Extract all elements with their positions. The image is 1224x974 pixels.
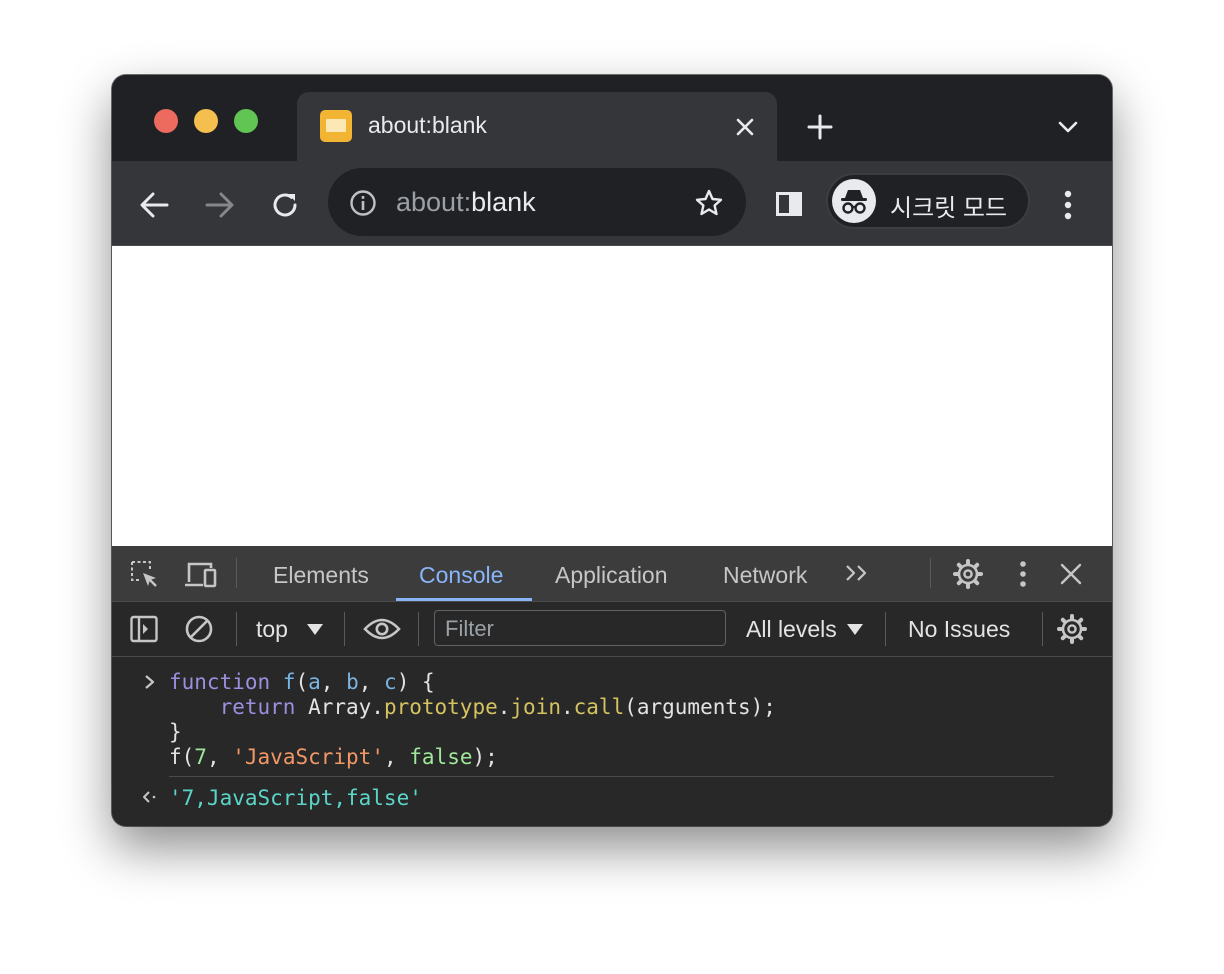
browser-window: about:blank about:blank 시크릿 모드 Elements … xyxy=(112,75,1112,826)
tab-network[interactable]: Network xyxy=(723,562,807,589)
console-divider xyxy=(169,776,1054,777)
input-prompt-chevron-icon xyxy=(142,672,158,692)
console-input-line: } xyxy=(169,720,182,744)
devtools-settings-gear-icon[interactable] xyxy=(950,556,986,592)
log-levels-label: All levels xyxy=(746,616,837,642)
device-toolbar-icon[interactable] xyxy=(183,558,219,590)
site-info-icon[interactable] xyxy=(348,188,378,218)
console-input-line: function f(a, b, c) { xyxy=(169,670,435,694)
toolbar-divider xyxy=(236,612,237,646)
forward-arrow-icon[interactable] xyxy=(200,185,240,225)
tab-search-chevron-down-icon[interactable] xyxy=(1052,111,1084,143)
console-toolbar: top All levels No Issues xyxy=(112,602,1112,657)
console-settings-gear-icon[interactable] xyxy=(1054,611,1090,647)
zoom-window-button[interactable] xyxy=(234,109,258,133)
result-return-arrow-icon xyxy=(140,787,160,807)
browser-toolbar: about:blank 시크릿 모드 xyxy=(112,161,1112,246)
toolbar-divider xyxy=(930,558,931,588)
tab-elements[interactable]: Elements xyxy=(273,562,369,589)
tab-title: about:blank xyxy=(368,112,487,138)
filter-input[interactable] xyxy=(443,615,717,643)
levels-dropdown-icon xyxy=(846,622,864,636)
toolbar-divider xyxy=(885,612,886,646)
tab-about-blank[interactable]: about:blank xyxy=(297,92,777,161)
close-window-button[interactable] xyxy=(154,109,178,133)
address-bar[interactable]: about:blank xyxy=(328,168,746,236)
devtools-tab-bar: Elements Console Application Network xyxy=(112,546,1112,602)
incognito-profile-button[interactable]: 시크릿 모드 xyxy=(826,173,1030,229)
console-input-line: return Array.prototype.join.call(argumen… xyxy=(219,695,776,719)
console-output[interactable]: function f(a, b, c) { return Array.proto… xyxy=(112,657,1112,826)
toolbar-divider xyxy=(344,612,345,646)
context-label: top xyxy=(256,616,288,642)
active-tab-indicator xyxy=(396,598,532,601)
back-arrow-icon[interactable] xyxy=(134,185,174,225)
console-result: '7,JavaScript,false' xyxy=(169,786,422,810)
tab-console[interactable]: Console xyxy=(419,562,503,589)
live-expression-eye-icon[interactable] xyxy=(362,612,402,646)
console-sidebar-icon[interactable] xyxy=(128,613,160,645)
toolbar-divider xyxy=(236,558,237,588)
url-text: about:blank xyxy=(396,187,536,218)
tab-close-icon[interactable] xyxy=(731,113,759,141)
side-panel-icon[interactable] xyxy=(772,187,806,221)
console-input-line: f(7, 'JavaScript', false); xyxy=(169,745,498,769)
devtools-panel: Elements Console Application Network top… xyxy=(112,546,1112,826)
close-devtools-icon[interactable] xyxy=(1056,559,1086,589)
filter-box[interactable] xyxy=(434,610,726,646)
inspect-element-icon[interactable] xyxy=(128,558,160,590)
tab-strip: about:blank xyxy=(112,75,1112,161)
incognito-icon xyxy=(832,179,876,223)
url-host: blank xyxy=(471,187,536,217)
new-tab-icon[interactable] xyxy=(802,109,838,145)
context-dropdown-icon xyxy=(306,622,324,636)
bookmark-star-icon[interactable] xyxy=(692,186,726,220)
devtools-menu-kebab-icon[interactable] xyxy=(1012,558,1034,590)
browser-menu-kebab-icon[interactable] xyxy=(1052,185,1084,225)
issues-counter[interactable]: No Issues xyxy=(908,616,1010,643)
page-content xyxy=(112,246,1112,546)
more-tabs-chevron-icon[interactable] xyxy=(840,558,874,588)
reload-icon[interactable] xyxy=(265,185,305,225)
minimize-window-button[interactable] xyxy=(194,109,218,133)
toolbar-divider xyxy=(418,612,419,646)
toolbar-divider xyxy=(1042,612,1043,646)
tab-application[interactable]: Application xyxy=(555,562,668,589)
clear-console-icon[interactable] xyxy=(183,613,215,645)
page-favicon-icon xyxy=(320,110,352,142)
url-scheme: about: xyxy=(396,187,472,217)
incognito-label: 시크릿 모드 xyxy=(890,195,1008,222)
